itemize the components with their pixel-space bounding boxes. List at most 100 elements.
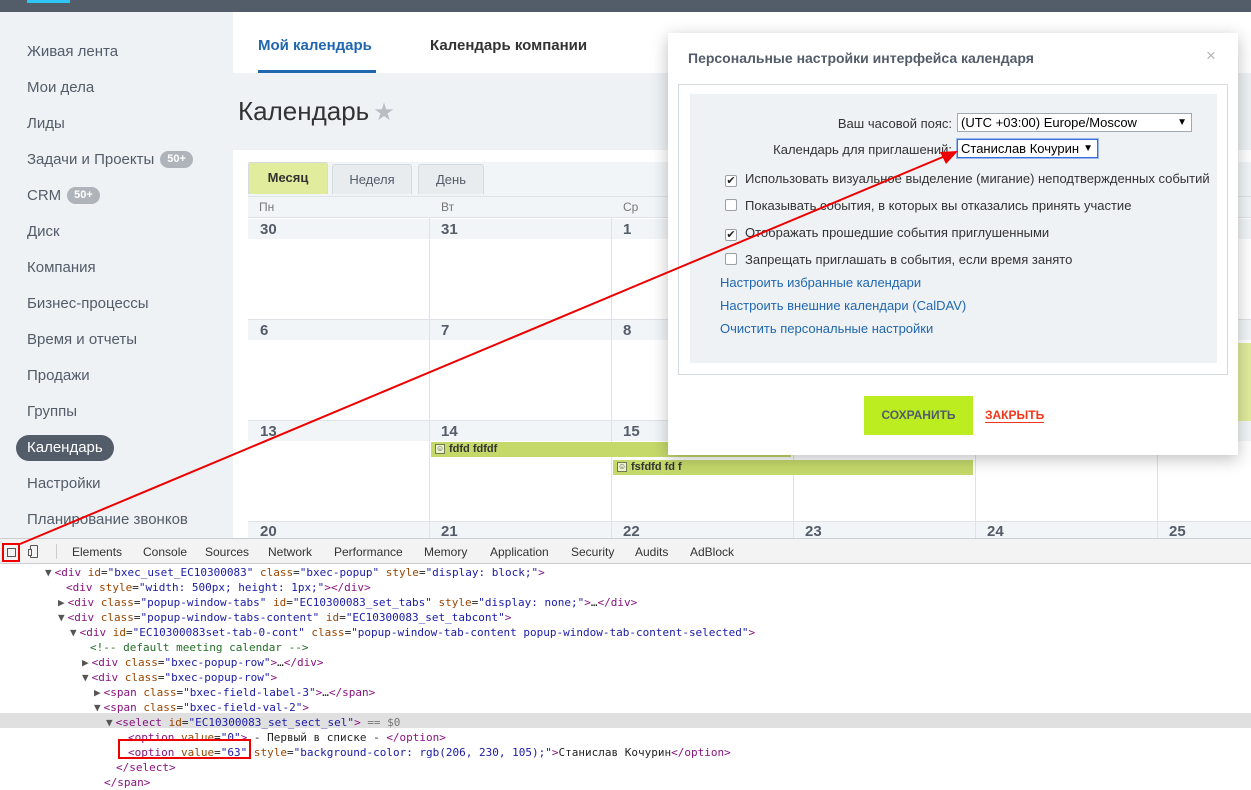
week-divider [248, 521, 1251, 522]
dom-node-line[interactable]: ▶ <div class="popup-window-tabs" id="EC10… [58, 595, 637, 610]
devtools-tab-audits[interactable]: Audits [635, 545, 668, 559]
sidebar-item-business-processes[interactable]: Бизнес-процессы [16, 291, 160, 317]
dropdown-arrow-icon: ▼ [1177, 117, 1187, 128]
day-number[interactable]: 6 [260, 322, 268, 339]
expand-down-icon: ▼ [45, 566, 52, 579]
dom-node-line[interactable]: </span> [104, 775, 150, 790]
expand-right-icon: ▶ [94, 686, 101, 699]
timezone-label: Ваш часовой пояс: [837, 116, 952, 131]
dom-node-line[interactable]: <div style="width: 500px; height: 1px;">… [66, 580, 371, 595]
weekday-label: Пн [259, 200, 275, 214]
dom-node-line[interactable]: <!-- default meeting calendar --> [90, 640, 309, 655]
expand-down-icon: ▼ [82, 671, 89, 684]
user-icon: ☺ [435, 444, 445, 454]
link-favorite-calendars[interactable]: Настроить избранные календари [720, 275, 921, 290]
checkbox-row-declined[interactable]: Показывать события, в которых вы отказал… [725, 198, 1131, 213]
sidebar-item-crm[interactable]: CRM 50+ [16, 183, 111, 209]
dom-node-line[interactable]: ▼ <div class="bxec-popup-row"> [82, 670, 277, 685]
expand-right-icon: ▶ [82, 656, 89, 669]
devtools-tab-performance[interactable]: Performance [334, 545, 403, 559]
sidebar-item-call-planning[interactable]: Планирование звонков [16, 507, 199, 533]
expand-right-icon: ▶ [58, 596, 65, 609]
checkbox-unchecked[interactable] [725, 253, 737, 265]
tab-my-calendar[interactable]: Мой календарь [258, 37, 372, 54]
sidebar-item-groups[interactable]: Группы [16, 399, 88, 425]
devtools-toolbar: Elements Console Sources Network Perform… [0, 539, 1251, 564]
day-number[interactable]: 30 [260, 221, 277, 238]
sidebar-item-my-tasks[interactable]: Мои дела [16, 75, 105, 101]
dom-node-line[interactable]: ▶ <div class="bxec-popup-row">…</div> [82, 655, 323, 670]
dropdown-arrow-icon: ▼ [1083, 143, 1093, 154]
devtools-panel: Elements Console Sources Network Perform… [0, 538, 1251, 790]
dom-node-line[interactable]: ▼ <select id="EC10300083_set_sect_sel"> =… [106, 715, 400, 730]
top-bar [0, 0, 1251, 12]
sidebar-item-time-reports[interactable]: Время и отчеты [16, 327, 148, 353]
sidebar-item-tasks-projects[interactable]: Задачи и Проекты 50+ [16, 147, 204, 173]
favorite-star-icon[interactable]: ★ [373, 99, 395, 126]
popup-form: Ваш часовой пояс: (UTC +03:00) Europe/Mo… [690, 94, 1217, 363]
link-caldav[interactable]: Настроить внешние календари (CalDAV) [720, 298, 966, 313]
sidebar-item-sales[interactable]: Продажи [16, 363, 101, 389]
tab-company-calendar[interactable]: Календарь компании [430, 37, 587, 54]
dom-node-line[interactable]: ▼ <div id="bxec_uset_EC10300083" class="b… [45, 565, 545, 580]
user-icon: ☺ [617, 462, 627, 472]
dom-node-line[interactable]: ▼ <div class="popup-window-tabs-content" … [58, 610, 511, 625]
day-number[interactable]: 1 [623, 221, 631, 238]
day-number[interactable]: 7 [441, 322, 449, 339]
dom-node-line[interactable]: </select> [116, 760, 176, 775]
sidebar-item-live-feed[interactable]: Живая лента [16, 39, 129, 65]
annotation-highlight-box [118, 739, 251, 759]
day-number[interactable]: 8 [623, 322, 631, 339]
sidebar-item-settings[interactable]: Настройки [16, 471, 112, 497]
count-badge: 50+ [160, 151, 193, 168]
devtools-tab-memory[interactable]: Memory [424, 545, 467, 559]
dom-node-line[interactable]: ▼ <div id="EC10300083set-tab-0-cont" clas… [70, 625, 755, 640]
calendar-event[interactable]: ☺ fsfdfd fd f [613, 460, 973, 475]
device-toolbar-icon[interactable] [28, 545, 42, 558]
devtools-tab-elements[interactable]: Elements [72, 545, 122, 559]
close-icon[interactable]: × [1206, 46, 1216, 66]
invite-calendar-label: Календарь для приглашений: [773, 142, 952, 157]
popup-title: Персональные настройки интерфейса календ… [688, 50, 1034, 66]
day-number[interactable]: 13 [260, 423, 277, 440]
day-number[interactable]: 14 [441, 423, 458, 440]
calendar-settings-popup: Персональные настройки интерфейса календ… [668, 33, 1238, 455]
dom-node-line[interactable]: ▶ <span class="bxec-field-label-3">…</spa… [94, 685, 375, 700]
invite-calendar-select[interactable]: Станислав Кочурин ▼ [957, 139, 1098, 158]
day-number[interactable]: 31 [441, 221, 458, 238]
view-tab-month[interactable]: Месяц [248, 162, 328, 194]
expand-down-icon: ▼ [94, 701, 101, 714]
checkbox-row-busy[interactable]: Запрещать приглашать в события, если вре… [725, 252, 1072, 267]
checkbox-row-blink[interactable]: ✔ Использовать визуальное выделение (мига… [725, 171, 1210, 187]
day-divider [611, 218, 612, 549]
logo-strip [27, 0, 70, 3]
link-reset-settings[interactable]: Очистить персональные настройки [720, 321, 933, 336]
sidebar-item-disk[interactable]: Диск [16, 219, 71, 245]
toolbar-divider [56, 544, 57, 559]
dom-node-line[interactable]: ▼ <span class="bxec-field-val-2"> [94, 700, 309, 715]
popup-form-box: Ваш часовой пояс: (UTC +03:00) Europe/Mo… [678, 84, 1228, 375]
sidebar-item-calendar[interactable]: Календарь [16, 435, 114, 461]
day-number[interactable]: 15 [623, 423, 640, 440]
timezone-select[interactable]: (UTC +03:00) Europe/Moscow ▼ [957, 113, 1192, 132]
checkbox-checked[interactable]: ✔ [725, 229, 737, 241]
save-button[interactable]: СОХРАНИТЬ [864, 396, 973, 435]
close-button[interactable]: ЗАКРЫТЬ [985, 409, 1045, 423]
checkbox-row-past-muted[interactable]: ✔ Отображать прошедшие события приглушенн… [725, 225, 1049, 241]
sidebar-item-leads[interactable]: Лиды [16, 111, 76, 137]
inspect-element-icon[interactable] [2, 543, 20, 562]
active-tab-underline [258, 70, 376, 73]
devtools-tab-console[interactable]: Console [143, 545, 187, 559]
checkbox-checked[interactable]: ✔ [725, 175, 737, 187]
devtools-tab-network[interactable]: Network [268, 545, 312, 559]
view-tab-day[interactable]: День [418, 164, 484, 194]
calendar-side-strip [1238, 343, 1251, 421]
devtools-tab-adblock[interactable]: AdBlock [690, 545, 734, 559]
devtools-tab-security[interactable]: Security [571, 545, 614, 559]
devtools-tab-sources[interactable]: Sources [205, 545, 249, 559]
devtools-tab-application[interactable]: Application [490, 545, 549, 559]
day-divider [429, 218, 430, 549]
sidebar-item-company[interactable]: Компания [16, 255, 107, 281]
checkbox-unchecked[interactable] [725, 199, 737, 211]
view-tab-week[interactable]: Неделя [332, 164, 412, 194]
